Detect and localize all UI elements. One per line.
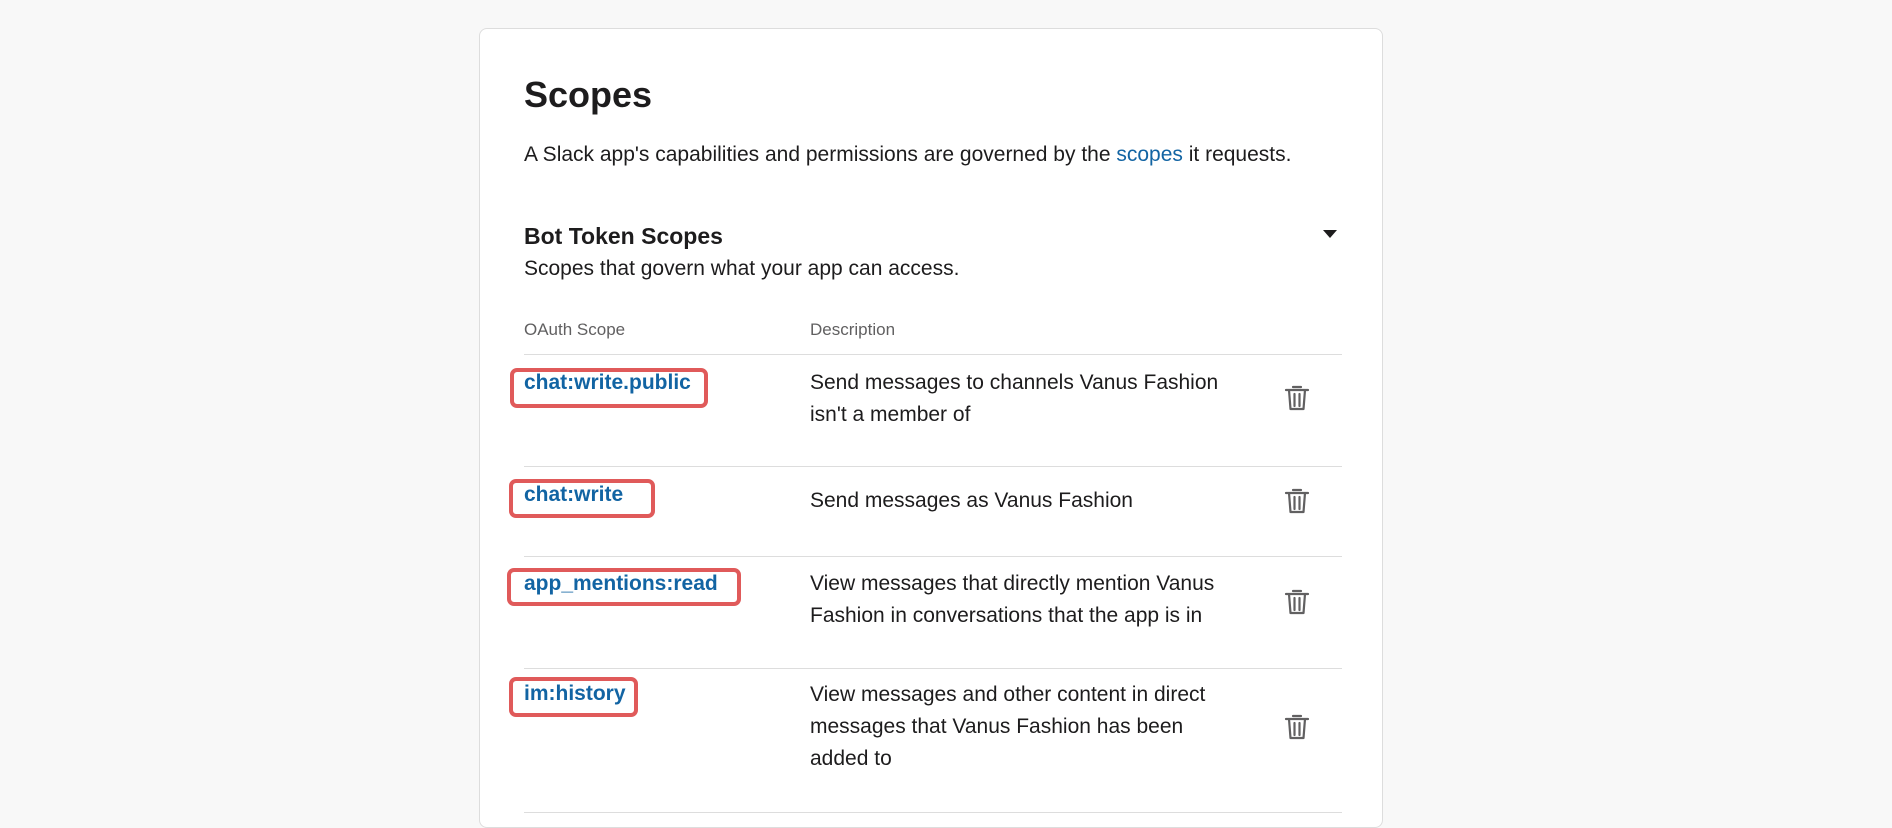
scope-name[interactable]: app_mentions:read: [524, 572, 718, 596]
intro-prefix: A Slack app's capabilities and permissio…: [524, 143, 1117, 166]
trash-icon[interactable]: [1284, 588, 1310, 616]
column-header-oauth-scope: OAuth Scope: [524, 320, 626, 339]
scope-name[interactable]: chat:write.public: [524, 371, 691, 395]
trash-icon[interactable]: [1284, 384, 1310, 412]
caret-down-icon[interactable]: [1319, 223, 1341, 245]
table-row: chat:write.public Send messages to chann…: [510, 355, 1342, 467]
scopes-link[interactable]: scopes: [1116, 143, 1183, 166]
intro-text: A Slack app's capabilities and permissio…: [524, 141, 1291, 168]
scope-description: View messages and other content in direc…: [810, 683, 1206, 770]
trash-icon[interactable]: [1284, 713, 1310, 741]
scope-description: Send messages as Vanus Fashion: [810, 489, 1133, 512]
intro-suffix: it requests.: [1182, 143, 1292, 166]
table-row: im:history View messages and other conte…: [509, 669, 1342, 813]
caret-shape: [1323, 230, 1337, 238]
scopes-table: chat:write.public Send messages to chann…: [507, 354, 1342, 813]
section-subtitle: Scopes that govern what your app can acc…: [524, 257, 960, 280]
scopes-card: Scopes A Slack app's capabilities and pe…: [479, 28, 1383, 828]
table-row: chat:write Send messages as Vanus Fashio…: [509, 467, 1342, 557]
table-row: app_mentions:read View messages that dir…: [507, 557, 1342, 669]
scope-name[interactable]: im:history: [524, 682, 626, 706]
column-header-description: Description: [810, 320, 896, 339]
scope-description: View messages that directly mention Vanu…: [810, 572, 1215, 627]
trash-icon[interactable]: [1284, 487, 1310, 515]
scope-description: Send messages to channels Vanus Fashion …: [810, 371, 1219, 426]
section-title: Bot Token Scopes: [524, 223, 723, 249]
page-title: Scopes: [524, 74, 653, 115]
scope-name[interactable]: chat:write: [524, 483, 623, 507]
